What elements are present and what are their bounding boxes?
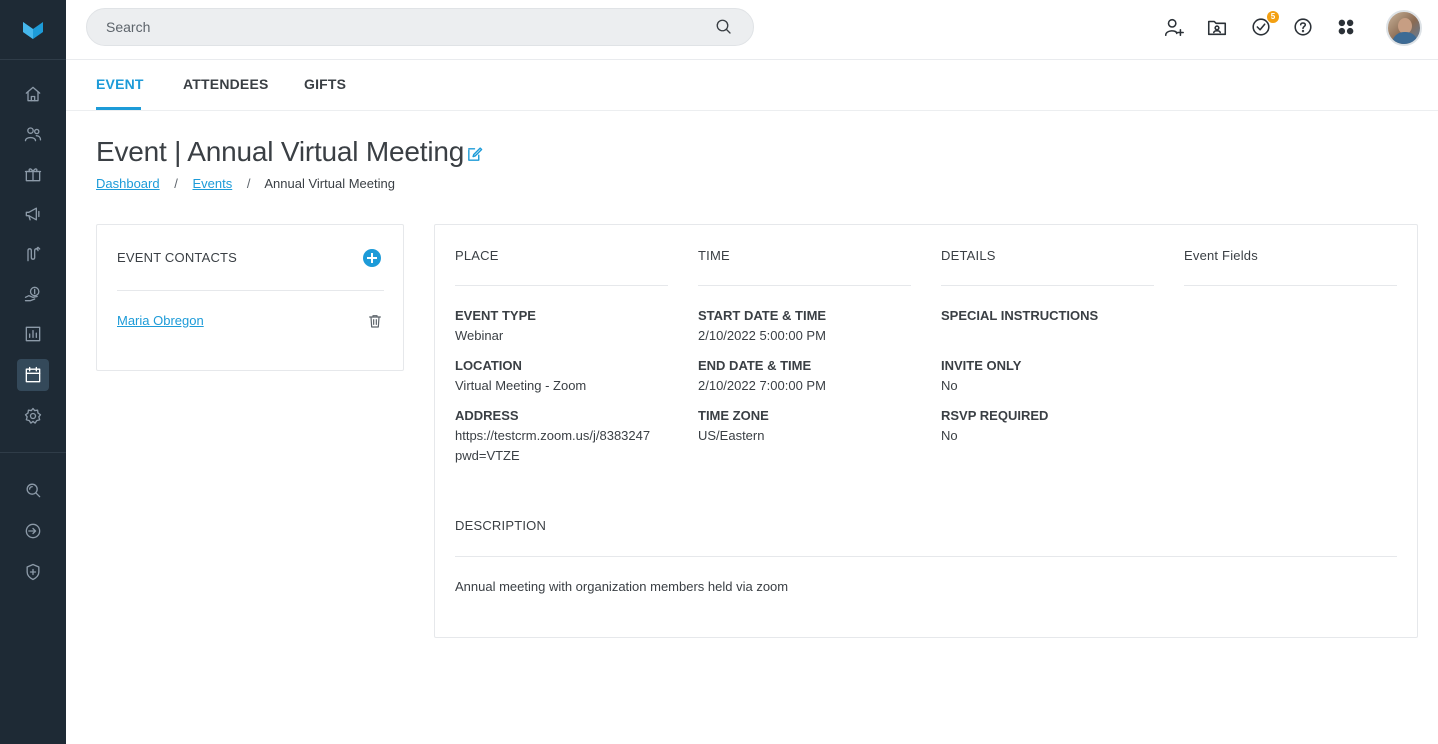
user-avatar[interactable] bbox=[1386, 10, 1422, 46]
breadcrumb: Dashboard / Events / Annual Virtual Meet… bbox=[96, 176, 395, 191]
add-contact-button[interactable] bbox=[363, 249, 381, 267]
description-divider bbox=[455, 556, 1397, 557]
home-icon[interactable] bbox=[17, 78, 49, 110]
start-datetime-value: 2/10/2022 5:00:00 PM bbox=[698, 328, 826, 343]
card-divider bbox=[117, 290, 384, 291]
brand-logo[interactable] bbox=[0, 0, 66, 60]
invite-only-label: INVITE ONLY bbox=[941, 358, 1022, 373]
time-zone-value: US/Eastern bbox=[698, 428, 765, 443]
route-icon[interactable] bbox=[17, 238, 49, 270]
location-label: LOCATION bbox=[455, 358, 522, 373]
event-contacts-card: EVENT CONTACTS Maria Obregon bbox=[96, 224, 404, 371]
column-divider bbox=[941, 285, 1154, 286]
breadcrumb-separator: / bbox=[246, 176, 251, 191]
tasks-check-icon[interactable]: 5 bbox=[1249, 11, 1279, 39]
search-bar bbox=[86, 8, 754, 46]
breadcrumb-dashboard[interactable]: Dashboard bbox=[96, 176, 160, 191]
rsvp-required-value: No bbox=[941, 428, 958, 443]
sidebar-divider bbox=[0, 452, 66, 453]
address-line-2: pwd=VTZE bbox=[455, 448, 520, 463]
description-heading: DESCRIPTION bbox=[455, 518, 547, 533]
calendar-icon[interactable] bbox=[17, 359, 49, 391]
gift-icon[interactable] bbox=[17, 158, 49, 190]
location-value: Virtual Meeting - Zoom bbox=[455, 378, 587, 393]
address-label: ADDRESS bbox=[455, 408, 519, 423]
rsvp-required-label: RSVP REQUIRED bbox=[941, 408, 1049, 423]
breadcrumb-separator: / bbox=[174, 176, 178, 191]
search-icon[interactable] bbox=[715, 18, 733, 36]
megaphone-icon[interactable] bbox=[17, 198, 49, 230]
column-divider bbox=[1184, 285, 1397, 286]
event-contacts-title: EVENT CONTACTS bbox=[117, 250, 238, 265]
column-divider bbox=[455, 285, 668, 286]
end-datetime-label: END DATE & TIME bbox=[698, 358, 812, 373]
login-icon[interactable] bbox=[17, 515, 49, 547]
folder-contact-icon[interactable] bbox=[1205, 15, 1229, 39]
help-icon[interactable] bbox=[1291, 15, 1315, 39]
settings-icon[interactable] bbox=[17, 400, 49, 432]
tab-attendees[interactable]: ATTENDEES bbox=[183, 76, 269, 92]
tab-event[interactable]: EVENT bbox=[96, 76, 144, 92]
event-type-value: Webinar bbox=[455, 328, 504, 343]
active-tab-indicator bbox=[96, 107, 141, 110]
edit-icon[interactable] bbox=[466, 146, 483, 163]
address-line-1: https://testcrm.zoom.us/j/8383247 bbox=[455, 428, 651, 443]
column-divider bbox=[698, 285, 911, 286]
sidebar bbox=[0, 0, 66, 744]
add-user-icon[interactable] bbox=[1162, 15, 1186, 39]
breadcrumb-current: Annual Virtual Meeting bbox=[264, 176, 395, 191]
description-text: Annual meeting with organization members… bbox=[455, 579, 789, 594]
people-icon[interactable] bbox=[17, 118, 49, 150]
time-heading: TIME bbox=[698, 248, 730, 263]
event-fields-heading: Event Fields bbox=[1184, 248, 1258, 263]
event-details-card: PLACE TIME DETAILS Event Fields EVENT TY… bbox=[434, 224, 1418, 638]
search-input[interactable] bbox=[87, 9, 707, 45]
page-title: Event | Annual Virtual Meeting bbox=[96, 136, 465, 167]
special-instructions-label: SPECIAL INSTRUCTIONS bbox=[941, 308, 1099, 323]
time-zone-label: TIME ZONE bbox=[698, 408, 769, 423]
event-type-label: EVENT TYPE bbox=[455, 308, 536, 323]
breadcrumb-events[interactable]: Events bbox=[192, 176, 232, 191]
invite-only-value: No bbox=[941, 378, 958, 393]
details-heading: DETAILS bbox=[941, 248, 996, 263]
tab-bar: EVENT ATTENDEES GIFTS bbox=[66, 60, 1438, 111]
end-datetime-value: 2/10/2022 7:00:00 PM bbox=[698, 378, 826, 393]
contact-link[interactable]: Maria Obregon bbox=[117, 313, 204, 328]
donation-icon[interactable] bbox=[17, 278, 49, 310]
tab-gifts[interactable]: GIFTS bbox=[304, 76, 346, 92]
start-datetime-label: START DATE & TIME bbox=[698, 308, 827, 323]
reports-icon[interactable] bbox=[17, 318, 49, 350]
place-heading: PLACE bbox=[455, 248, 499, 263]
search-records-icon[interactable] bbox=[17, 474, 49, 506]
shield-plus-icon[interactable] bbox=[17, 556, 49, 588]
tasks-badge: 5 bbox=[1267, 11, 1279, 23]
top-bar: 5 bbox=[66, 0, 1438, 60]
trash-icon[interactable] bbox=[367, 313, 383, 329]
apps-grid-icon[interactable] bbox=[1334, 15, 1358, 39]
